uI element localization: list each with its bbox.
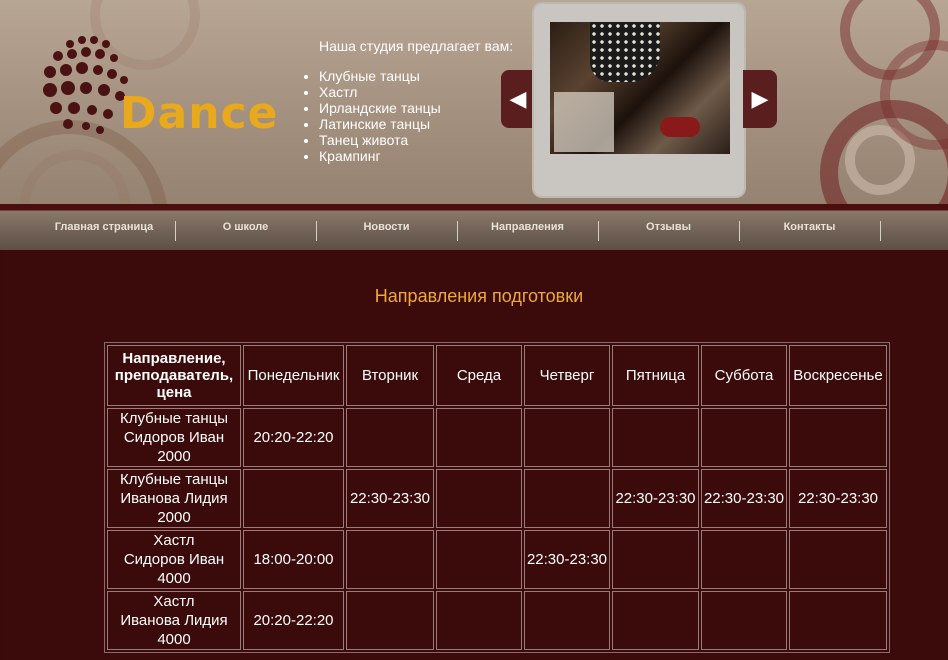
time-cell: 22:30-23:30 bbox=[789, 469, 887, 528]
chevron-right-icon: ▶ bbox=[751, 86, 769, 111]
offer-item: Латинские танцы bbox=[319, 116, 513, 132]
price: 2000 bbox=[157, 448, 191, 465]
direction-name: Хастл bbox=[153, 593, 195, 610]
logo-text: Dance bbox=[120, 88, 279, 139]
time-cell: 22:30-23:30 bbox=[346, 469, 434, 528]
direction-cell: Хастл Иванова Лидия 4000 bbox=[107, 591, 241, 650]
direction-cell: Клубные танцы Иванова Лидия 2000 bbox=[107, 469, 241, 528]
time-cell bbox=[701, 591, 787, 650]
teacher-name: Иванова Лидия bbox=[120, 612, 228, 629]
time-cell: 22:30-23:30 bbox=[701, 469, 787, 528]
teacher-name: Сидоров Иван bbox=[123, 551, 225, 568]
page-title: Направления подготовки bbox=[374, 286, 584, 306]
column-header-tuesday: Вторник bbox=[346, 345, 434, 406]
time-cell: 20:20-22:20 bbox=[243, 591, 344, 650]
time-cell bbox=[789, 530, 887, 589]
time-cell bbox=[524, 469, 610, 528]
table-header-row: Направление, преподаватель, цена Понедел… bbox=[107, 345, 887, 406]
slider-photo[interactable] bbox=[550, 22, 730, 154]
main-nav: Главная страница О школе Новости Направл… bbox=[0, 204, 948, 250]
nav-item-home[interactable]: Главная страница bbox=[34, 221, 174, 233]
slider-next-button[interactable]: ▶ bbox=[743, 70, 777, 128]
time-cell bbox=[789, 591, 887, 650]
time-cell bbox=[436, 469, 522, 528]
nav-item-reviews[interactable]: Отзывы bbox=[599, 221, 738, 233]
time-cell bbox=[701, 530, 787, 589]
direction-name: Клубные танцы bbox=[119, 471, 229, 488]
header: Dance Наша студия предлагает вам: Клубны… bbox=[0, 0, 948, 204]
time-cell bbox=[789, 408, 887, 467]
time-cell bbox=[701, 408, 787, 467]
time-cell bbox=[346, 591, 434, 650]
offer-item: Хастл bbox=[319, 84, 513, 100]
time-cell: 20:20-22:20 bbox=[243, 408, 344, 467]
table-row: Хастл Сидоров Иван 4000 18:00-20:00 22:3… bbox=[107, 530, 887, 589]
time-cell bbox=[524, 591, 610, 650]
time-cell bbox=[436, 408, 522, 467]
offer-item: Танец живота bbox=[319, 132, 513, 148]
column-header-thursday: Четверг bbox=[524, 345, 610, 406]
time-cell bbox=[243, 469, 344, 528]
time-cell bbox=[346, 530, 434, 589]
column-header-monday: Понедельник bbox=[243, 345, 344, 406]
direction-cell: Хастл Сидоров Иван 4000 bbox=[107, 530, 241, 589]
schedule-table: Направление, преподаватель, цена Понедел… bbox=[104, 342, 890, 653]
time-cell bbox=[436, 591, 522, 650]
nav-item-directions[interactable]: Направления bbox=[458, 221, 597, 233]
offer-title: Наша студия предлагает вам: bbox=[319, 38, 514, 54]
time-cell bbox=[524, 408, 610, 467]
column-header-sunday: Воскресенье bbox=[789, 345, 887, 406]
time-cell: 22:30-23:30 bbox=[524, 530, 610, 589]
chevron-left-icon: ◀ bbox=[509, 86, 527, 111]
time-cell bbox=[612, 408, 699, 467]
offer-list: Клубные танцы Хастл Ирландские танцы Лат… bbox=[300, 68, 513, 164]
direction-cell: Клубные танцы Сидоров Иван 2000 bbox=[107, 408, 241, 467]
photo-shoe bbox=[660, 117, 700, 137]
offer-item: Крампинг bbox=[319, 148, 513, 164]
table-row: Хастл Иванова Лидия 4000 20:20-22:20 bbox=[107, 591, 887, 650]
logo[interactable]: Dance bbox=[40, 30, 280, 140]
teacher-name: Иванова Лидия bbox=[120, 490, 228, 507]
price: 4000 bbox=[157, 631, 191, 648]
time-cell bbox=[346, 408, 434, 467]
nav-item-contacts[interactable]: Контакты bbox=[740, 221, 879, 233]
time-cell bbox=[612, 530, 699, 589]
column-header-wednesday: Среда bbox=[436, 345, 522, 406]
nav-separator bbox=[880, 221, 881, 241]
offer-item: Ирландские танцы bbox=[319, 100, 513, 116]
column-header-friday: Пятница bbox=[612, 345, 699, 406]
price: 4000 bbox=[157, 570, 191, 587]
photo-dancer-dress bbox=[590, 22, 660, 82]
offer-block: Наша студия предлагает вам: Клубные танц… bbox=[300, 38, 513, 164]
table-row: Клубные танцы Иванова Лидия 2000 22:30-2… bbox=[107, 469, 887, 528]
teacher-name: Сидоров Иван bbox=[123, 429, 225, 446]
time-cell: 18:00-20:00 bbox=[243, 530, 344, 589]
direction-name: Клубные танцы bbox=[119, 410, 229, 427]
column-header-saturday: Суббота bbox=[701, 345, 787, 406]
photo-appliance bbox=[554, 92, 614, 152]
time-cell: 22:30-23:30 bbox=[612, 469, 699, 528]
time-cell bbox=[612, 591, 699, 650]
offer-item: Клубные танцы bbox=[319, 68, 513, 84]
time-cell bbox=[436, 530, 522, 589]
slider-prev-button[interactable]: ◀ bbox=[501, 70, 535, 128]
direction-name: Хастл bbox=[153, 532, 195, 549]
nav-item-about[interactable]: О школе bbox=[176, 221, 315, 233]
column-header-direction: Направление, преподаватель, цена bbox=[107, 345, 241, 406]
price: 2000 bbox=[157, 509, 191, 526]
nav-item-news[interactable]: Новости bbox=[317, 221, 456, 233]
table-row: Клубные танцы Сидоров Иван 2000 20:20-22… bbox=[107, 408, 887, 467]
